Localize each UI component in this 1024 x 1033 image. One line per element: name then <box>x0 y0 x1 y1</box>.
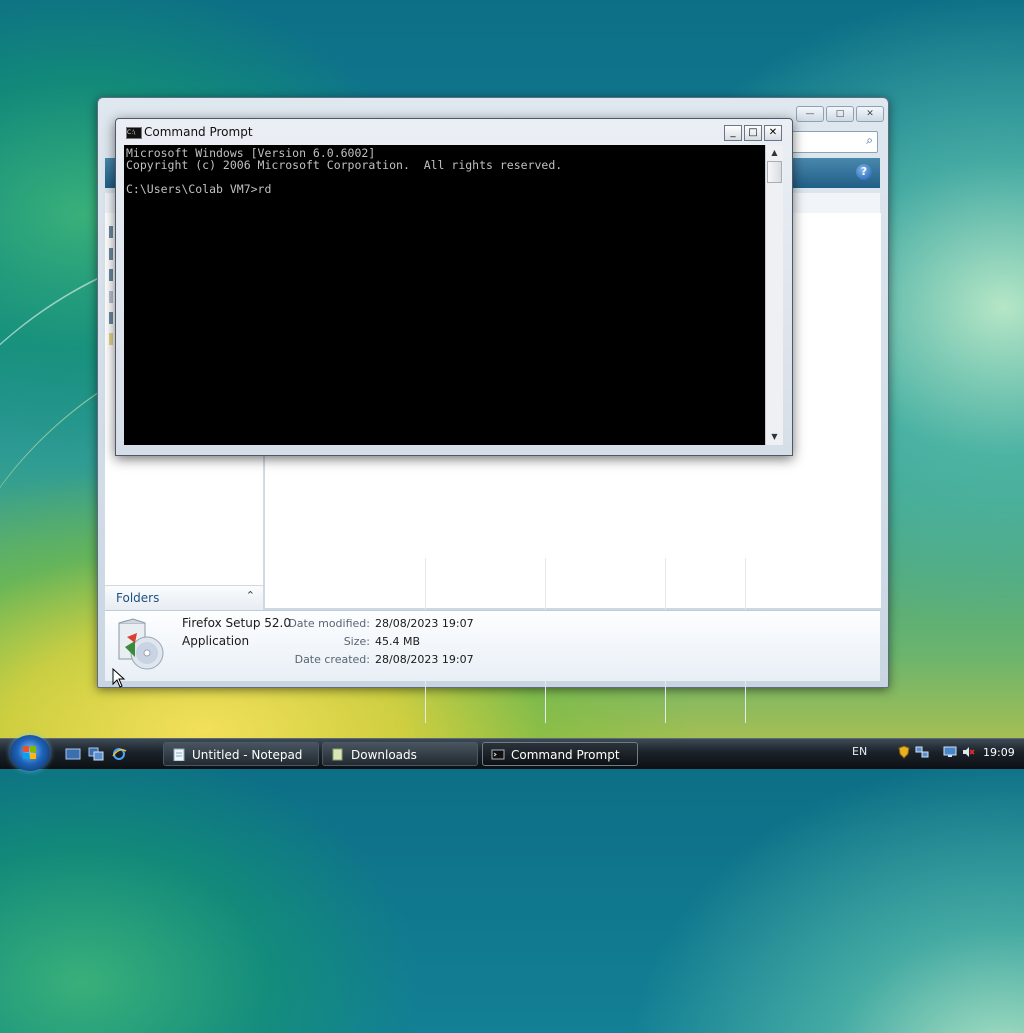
nav-item-marker[interactable] <box>109 269 113 281</box>
mouse-cursor-icon <box>112 668 126 688</box>
nav-item-marker[interactable] <box>109 333 113 345</box>
size-label: Size: <box>343 635 370 648</box>
taskbar: Untitled - Notepad Downloads Command Pro… <box>0 735 1024 771</box>
minimize-button[interactable]: _ <box>724 125 742 141</box>
file-type: Application <box>182 634 250 648</box>
start-button[interactable] <box>10 735 50 771</box>
explorer-search-input[interactable]: ⌕ <box>788 131 878 153</box>
nav-item-marker[interactable] <box>109 248 113 260</box>
taskbar-button-label: Command Prompt <box>511 748 620 762</box>
console-output[interactable]: Microsoft Windows [Version 6.0.6002] Cop… <box>124 145 765 445</box>
console-text: Microsoft Windows [Version 6.0.6002] Cop… <box>126 146 563 196</box>
cmd-icon <box>491 749 505 760</box>
help-icon[interactable]: ? <box>856 164 872 180</box>
details-pane: Firefox Setup 52.0 Application Date modi… <box>105 610 880 681</box>
search-icon: ⌕ <box>866 133 873 147</box>
date-modified-value: 28/08/2023 19:07 <box>375 617 474 630</box>
show-desktop-icon[interactable] <box>65 747 81 761</box>
network-icon[interactable] <box>915 745 929 759</box>
scroll-down-icon[interactable]: ▼ <box>766 429 783 444</box>
vertical-scrollbar[interactable]: ▲ ▼ <box>765 145 783 445</box>
close-button[interactable]: ✕ <box>764 125 782 141</box>
nav-item-marker[interactable] <box>109 291 113 303</box>
language-indicator[interactable]: EN <box>852 745 867 758</box>
explorer-minimize-button[interactable]: — <box>796 106 824 122</box>
explorer-window-controls: — □ ✕ <box>796 106 884 122</box>
folders-label: Folders <box>116 591 160 605</box>
taskbar-button-notepad[interactable]: Untitled - Notepad <box>163 742 319 766</box>
taskbar-button-label: Untitled - Notepad <box>192 748 303 762</box>
taskbar-button-downloads[interactable]: Downloads <box>322 742 478 766</box>
taskbar-button-label: Downloads <box>351 748 417 762</box>
internet-explorer-icon[interactable] <box>111 747 127 761</box>
notepad-icon <box>173 748 185 761</box>
windows-logo-icon <box>23 746 36 759</box>
maximize-button[interactable]: □ <box>744 125 762 141</box>
installer-icon <box>118 618 164 670</box>
explorer-maximize-button[interactable]: □ <box>826 106 854 122</box>
cmd-icon: C:\ <box>126 127 142 139</box>
window-title: Command Prompt <box>144 125 253 139</box>
size-value: 45.4 MB <box>375 635 421 648</box>
clock[interactable]: 19:09 <box>983 746 1015 759</box>
cmd-window-controls: _ □ ✕ <box>724 125 782 141</box>
explorer-close-button[interactable]: ✕ <box>856 106 884 122</box>
taskbar-button-command-prompt[interactable]: Command Prompt <box>482 742 638 766</box>
nav-item-marker[interactable] <box>109 226 113 238</box>
scroll-up-icon[interactable]: ▲ <box>766 145 783 160</box>
scrollbar-thumb[interactable] <box>767 161 782 183</box>
date-modified-label: Date modified: <box>288 617 370 630</box>
volume-muted-icon[interactable] <box>961 745 975 759</box>
folder-icon <box>332 748 343 761</box>
chevron-up-icon: ⌃ <box>245 589 255 602</box>
date-created-label: Date created: <box>294 653 370 666</box>
switch-windows-icon[interactable] <box>88 747 104 761</box>
date-created-value: 28/08/2023 19:07 <box>375 653 474 666</box>
file-name: Firefox Setup 52.0 <box>182 616 291 630</box>
command-prompt-window[interactable]: C:\ Command Prompt _ □ ✕ Microsoft Windo… <box>115 118 793 456</box>
security-shield-icon[interactable] <box>897 745 911 759</box>
folders-toggle[interactable]: Folders ⌃ <box>105 585 263 610</box>
nav-item-marker[interactable] <box>109 312 113 324</box>
display-icon[interactable] <box>943 745 957 759</box>
